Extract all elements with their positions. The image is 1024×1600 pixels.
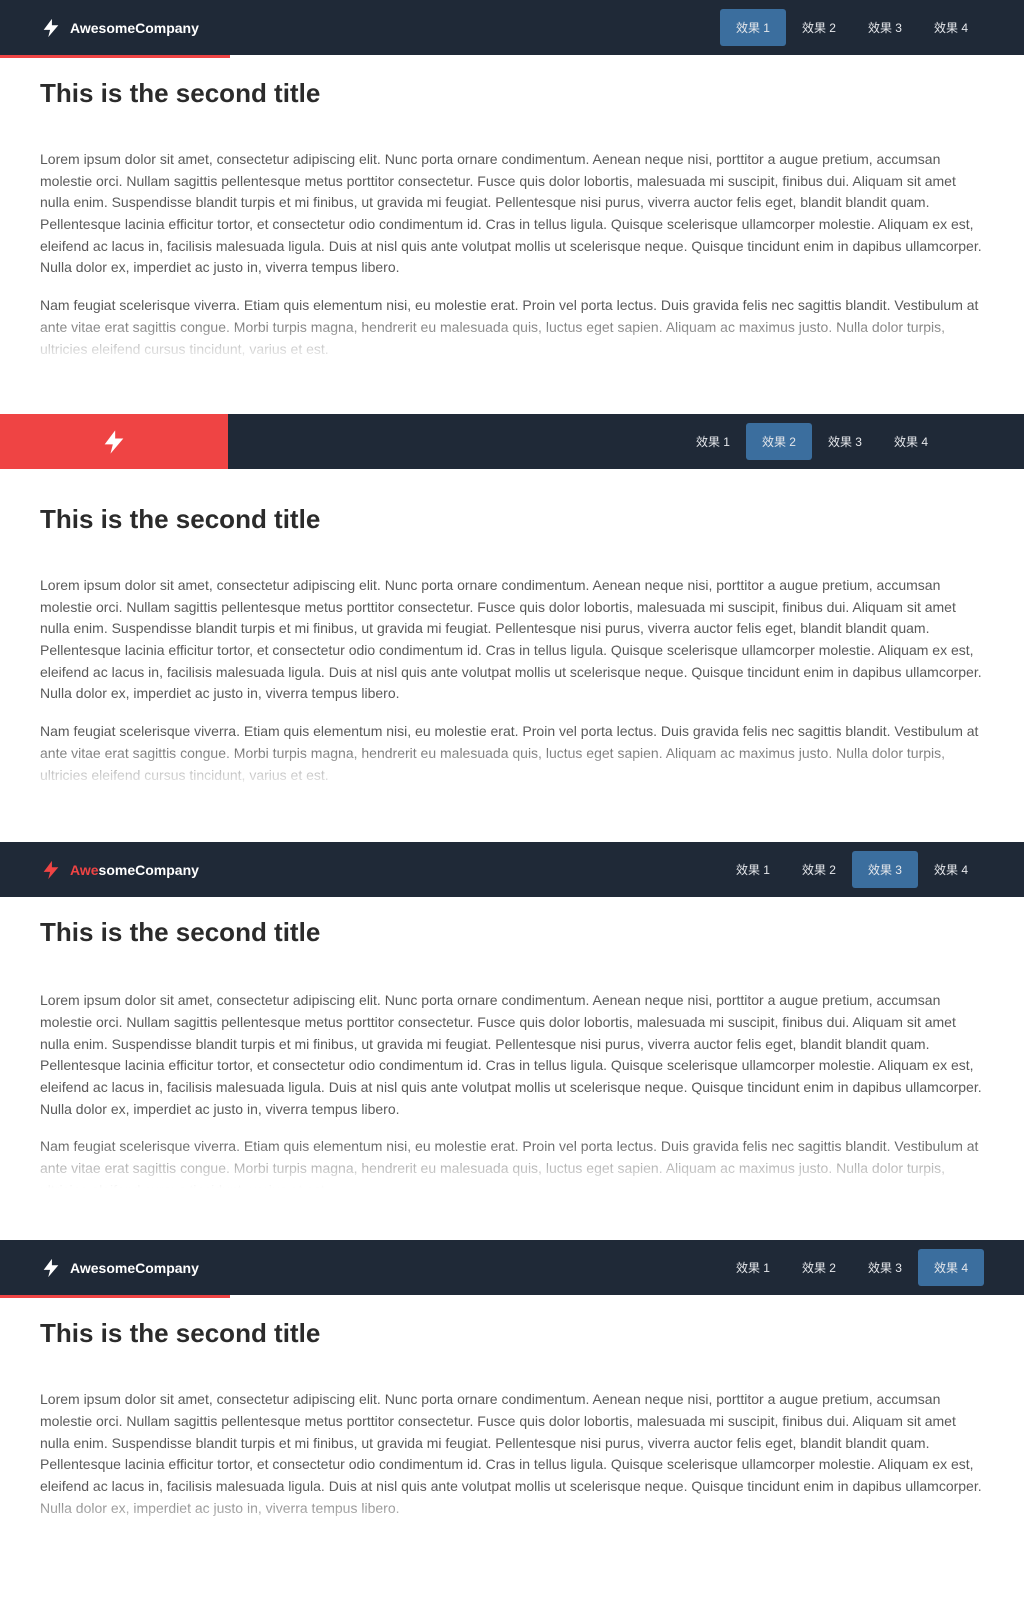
section-title: This is the second title	[40, 917, 984, 948]
brand[interactable]: AwesomeCompany	[40, 1257, 199, 1279]
text-body: Lorem ipsum dolor sit amet, consectetur …	[40, 1389, 984, 1549]
nav-item-4[interactable]: 效果 4	[918, 9, 984, 46]
brand-name: AwesomeCompany	[70, 1260, 199, 1276]
nav-item-2[interactable]: 效果 2	[786, 1249, 852, 1286]
paragraph-1: Lorem ipsum dolor sit amet, consectetur …	[40, 1389, 984, 1519]
navbar-2: 效果 1 效果 2 效果 3 效果 4	[0, 414, 1024, 469]
nav-list: 效果 1 效果 2 效果 3 效果 4	[720, 851, 984, 888]
nav-item-1[interactable]: 效果 1	[720, 851, 786, 888]
nav-item-3[interactable]: 效果 3	[852, 1249, 918, 1286]
brand-name: AwesomeCompany	[70, 20, 199, 36]
nav-item-1[interactable]: 效果 1	[680, 423, 746, 460]
section-title: This is the second title	[40, 1318, 984, 1349]
bolt-icon	[40, 859, 62, 881]
nav-item-3[interactable]: 效果 3	[852, 851, 918, 888]
bolt-icon	[100, 428, 128, 456]
bolt-icon	[40, 17, 62, 39]
brand-suffix: someCompany	[99, 862, 199, 878]
content-area-1: This is the second title Lorem ipsum dol…	[0, 58, 1024, 414]
section-title: This is the second title	[40, 504, 984, 535]
bolt-icon	[40, 1257, 62, 1279]
navbar-1: AwesomeCompany 效果 1 效果 2 效果 3 效果 4	[0, 0, 1024, 55]
nav-list: 效果 1 效果 2 效果 3 效果 4	[680, 423, 984, 460]
nav-item-1[interactable]: 效果 1	[720, 1249, 786, 1286]
logo-block[interactable]	[0, 414, 228, 469]
nav-item-4[interactable]: 效果 4	[878, 423, 944, 460]
nav-list: 效果 1 效果 2 效果 3 效果 4	[720, 1249, 984, 1286]
paragraph-1: Lorem ipsum dolor sit amet, consectetur …	[40, 575, 984, 705]
navbar-3: AwesomeCompany 效果 1 效果 2 效果 3 效果 4	[0, 842, 1024, 897]
brand-prefix: Awe	[70, 862, 99, 878]
nav-item-2[interactable]: 效果 2	[786, 9, 852, 46]
brand[interactable]: AwesomeCompany	[40, 859, 199, 881]
content-area-3: This is the second title Lorem ipsum dol…	[0, 897, 1024, 1240]
nav-item-3[interactable]: 效果 3	[852, 9, 918, 46]
text-body: Lorem ipsum dolor sit amet, consectetur …	[40, 575, 984, 802]
content-area-4: This is the second title Lorem ipsum dol…	[0, 1298, 1024, 1589]
nav-item-2[interactable]: 效果 2	[746, 423, 812, 460]
paragraph-1: Lorem ipsum dolor sit amet, consectetur …	[40, 149, 984, 279]
content-area-2: This is the second title Lorem ipsum dol…	[0, 469, 1024, 842]
brand[interactable]: AwesomeCompany	[40, 17, 199, 39]
nav-item-4[interactable]: 效果 4	[918, 1249, 984, 1286]
paragraph-2: Nam feugiat scelerisque viverra. Etiam q…	[40, 1136, 984, 1200]
text-body: Lorem ipsum dolor sit amet, consectetur …	[40, 149, 984, 374]
section-title: This is the second title	[40, 78, 984, 109]
nav-item-4[interactable]: 效果 4	[918, 851, 984, 888]
nav-item-3[interactable]: 效果 3	[812, 423, 878, 460]
brand-name: AwesomeCompany	[70, 862, 199, 878]
paragraph-2: Nam feugiat scelerisque viverra. Etiam q…	[40, 1535, 984, 1549]
nav-list: 效果 1 效果 2 效果 3 效果 4	[720, 9, 984, 46]
text-body: Lorem ipsum dolor sit amet, consectetur …	[40, 990, 984, 1200]
navbar-4: AwesomeCompany 效果 1 效果 2 效果 3 效果 4	[0, 1240, 1024, 1295]
paragraph-1: Lorem ipsum dolor sit amet, consectetur …	[40, 990, 984, 1120]
paragraph-2: Nam feugiat scelerisque viverra. Etiam q…	[40, 295, 984, 360]
nav-item-1[interactable]: 效果 1	[720, 9, 786, 46]
paragraph-2: Nam feugiat scelerisque viverra. Etiam q…	[40, 721, 984, 786]
nav-item-2[interactable]: 效果 2	[786, 851, 852, 888]
